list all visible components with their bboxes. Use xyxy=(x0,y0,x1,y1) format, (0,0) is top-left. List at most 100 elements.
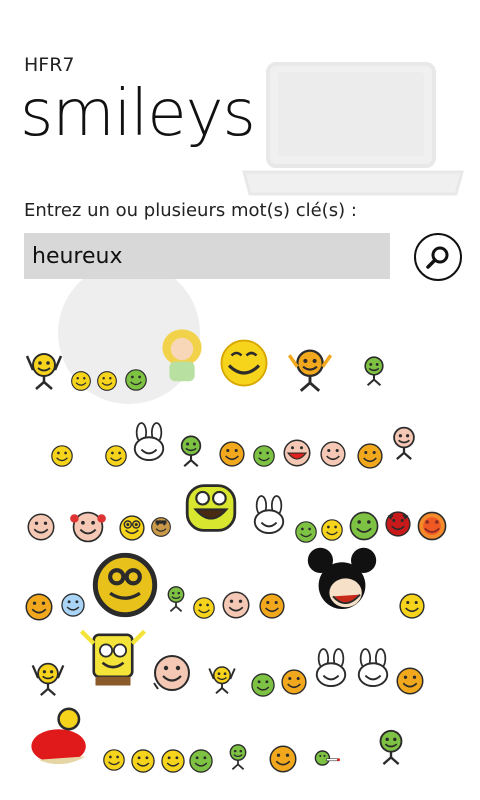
smiley-face-icon xyxy=(131,749,155,773)
smiley-item[interactable] xyxy=(356,442,384,470)
smiley-dancing-icon xyxy=(180,435,202,467)
smiley-item[interactable] xyxy=(130,748,156,774)
smiley-item[interactable] xyxy=(416,510,448,542)
smiley-face-icon xyxy=(399,593,425,619)
smiley-item[interactable] xyxy=(292,546,392,618)
smiley-item[interactable] xyxy=(174,432,208,468)
smiley-face-green-icon xyxy=(251,673,275,697)
smiley-arms-up-icon xyxy=(25,353,63,390)
smiley-item[interactable] xyxy=(78,626,148,696)
smiley-face-icon xyxy=(103,749,125,771)
smiley-face-glasses-icon xyxy=(119,515,145,541)
smiley-pink-red-icon xyxy=(283,439,311,467)
smiley-item[interactable] xyxy=(318,440,348,468)
smiley-pink-icon xyxy=(320,441,346,467)
search-magnifier-icon xyxy=(426,246,449,269)
search-button[interactable] xyxy=(414,233,462,281)
smiley-item[interactable] xyxy=(348,510,380,542)
smiley-item[interactable] xyxy=(384,506,412,542)
search-input[interactable] xyxy=(24,233,390,279)
smiley-item[interactable] xyxy=(312,642,350,694)
smiley-item[interactable] xyxy=(354,642,392,694)
smiley-item[interactable] xyxy=(358,352,390,388)
smiley-face-orange-icon xyxy=(269,745,297,773)
smiley-face-orange-icon xyxy=(357,443,383,469)
laptop-icon xyxy=(242,62,464,196)
smiley-pink-legs-icon xyxy=(393,426,415,460)
smiley-item[interactable] xyxy=(64,510,112,544)
smiley-item[interactable] xyxy=(218,440,246,468)
smiley-dancing-icon xyxy=(229,744,247,770)
smiley-item[interactable] xyxy=(24,592,54,622)
smiley-item[interactable] xyxy=(294,520,318,544)
smiley-item[interactable] xyxy=(150,516,172,538)
smiley-girl-icon xyxy=(162,329,202,382)
smiley-devil-icon xyxy=(385,511,411,537)
smiley-item[interactable] xyxy=(118,514,146,542)
smiley-arms-up-icon xyxy=(31,662,65,696)
smiley-item[interactable] xyxy=(182,480,240,536)
smiley-item[interactable] xyxy=(24,350,64,390)
smiley-item[interactable] xyxy=(60,592,86,618)
smiley-item[interactable] xyxy=(50,444,74,468)
smiley-item[interactable] xyxy=(278,346,342,392)
smiley-item[interactable] xyxy=(124,368,148,392)
smiley-face-green-icon xyxy=(189,749,213,773)
smiley-item[interactable] xyxy=(130,416,168,468)
smiley-item[interactable] xyxy=(160,748,186,774)
smiley-bunny-icon xyxy=(133,422,165,461)
smiley-face-icon xyxy=(193,597,215,619)
smiley-item[interactable] xyxy=(300,744,356,772)
smiley-item[interactable] xyxy=(104,444,128,468)
smiley-sponge-icon xyxy=(79,629,147,686)
smiley-item[interactable] xyxy=(280,668,308,696)
smiley-face-blue-icon xyxy=(61,593,85,617)
smiley-face-icon xyxy=(161,749,185,773)
smiley-item[interactable] xyxy=(220,590,252,620)
smiley-item[interactable] xyxy=(250,672,276,698)
smiley-item[interactable] xyxy=(96,370,118,392)
smiley-face-green-icon xyxy=(253,445,275,467)
smiley-item[interactable] xyxy=(152,652,192,694)
app-name: HFR7 xyxy=(24,54,75,76)
smiley-item[interactable] xyxy=(154,322,210,390)
smiley-face-orange-icon xyxy=(259,593,285,619)
smiley-face-orange-icon xyxy=(25,593,53,621)
smiley-bunny-icon xyxy=(357,648,389,687)
smiley-item[interactable] xyxy=(24,702,100,770)
smiley-item[interactable] xyxy=(218,338,270,388)
smiley-item[interactable] xyxy=(92,552,158,618)
smiley-item[interactable] xyxy=(224,738,252,774)
smiley-pink-icon xyxy=(27,513,55,541)
smiley-face-orange-icon xyxy=(219,441,245,467)
smiley-item[interactable] xyxy=(192,596,216,620)
smiley-item[interactable] xyxy=(162,578,190,618)
smiley-item[interactable] xyxy=(280,438,314,468)
smiley-item[interactable] xyxy=(386,420,422,464)
smiley-item[interactable] xyxy=(250,490,288,540)
smiley-pigtails-icon xyxy=(70,511,106,543)
smiley-item[interactable] xyxy=(258,592,286,620)
smiley-arms-up-icon xyxy=(208,666,236,694)
smiley-item[interactable] xyxy=(24,512,58,542)
smiley-item[interactable] xyxy=(188,748,214,774)
smiley-face-icon xyxy=(97,371,117,391)
smiley-item[interactable] xyxy=(394,666,426,696)
smiley-item[interactable] xyxy=(320,518,344,542)
smiley-item[interactable] xyxy=(70,370,92,392)
smiley-smoker-icon xyxy=(314,750,340,766)
smiley-mickey-icon xyxy=(306,546,378,618)
smiley-dancing-icon xyxy=(364,356,384,386)
smiley-item[interactable] xyxy=(398,592,426,620)
smiley-item[interactable] xyxy=(252,444,276,468)
smiley-face-icon xyxy=(321,519,343,541)
smiley-face-dark-icon xyxy=(151,517,171,537)
smiley-pink-wave-icon xyxy=(153,655,190,691)
smiley-item[interactable] xyxy=(30,660,66,696)
smiley-item[interactable] xyxy=(102,748,126,772)
smiley-item[interactable] xyxy=(372,726,410,766)
smiley-item[interactable] xyxy=(268,744,298,774)
smiley-bunny-icon xyxy=(253,495,285,534)
smiley-red-pillow-icon xyxy=(31,707,86,765)
smiley-item[interactable] xyxy=(204,664,240,694)
